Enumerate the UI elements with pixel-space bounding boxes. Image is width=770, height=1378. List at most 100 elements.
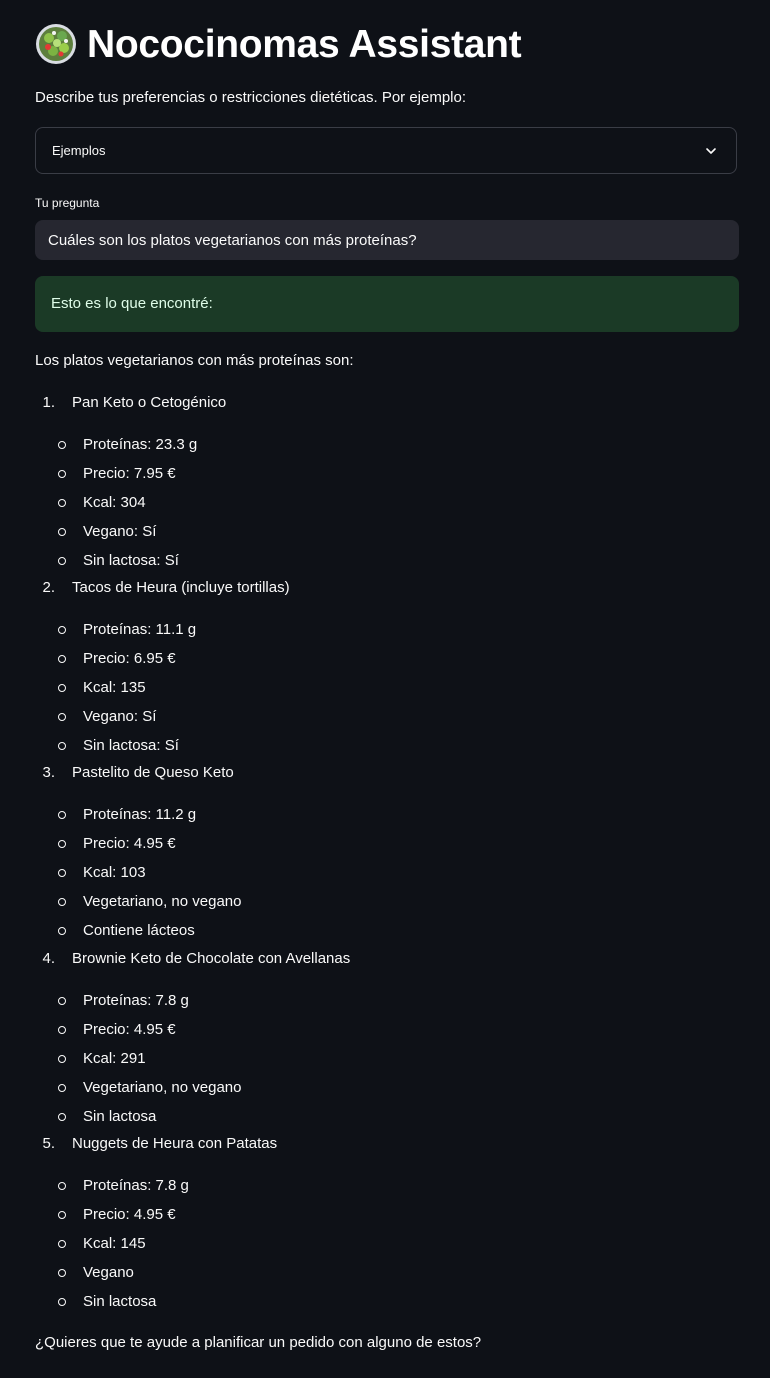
dish-title: 4. Brownie Keto de Chocolate con Avellana… bbox=[35, 944, 739, 972]
bullet-icon bbox=[58, 556, 66, 565]
bullet-icon bbox=[58, 1054, 66, 1063]
dish-detail-text: Vegano bbox=[83, 1264, 134, 1281]
page-header: Nococinomas Assistant bbox=[35, 0, 739, 88]
examples-select[interactable]: Ejemplos bbox=[35, 127, 737, 174]
dish-detail-item: Sin lactosa: Sí bbox=[35, 546, 739, 575]
dish-detail-item: Precio: 6.95 € bbox=[35, 644, 739, 673]
bullet-icon bbox=[58, 469, 66, 478]
bullet-icon bbox=[58, 810, 66, 819]
success-alert: Esto es lo que encontré: bbox=[35, 276, 739, 332]
dish-detail-item: Precio: 4.95 € bbox=[35, 1015, 739, 1044]
dish-detail-item: Contiene lácteos bbox=[35, 916, 739, 945]
dish-detail-text: Proteínas: 23.3 g bbox=[83, 436, 198, 453]
dish-name: Brownie Keto de Chocolate con Avellanas bbox=[72, 949, 351, 967]
dish-detail-item: Sin lactosa bbox=[35, 1287, 739, 1316]
bullet-icon bbox=[58, 654, 66, 663]
bullet-icon bbox=[58, 868, 66, 877]
bullet-icon bbox=[58, 839, 66, 848]
dish-detail-item: Precio: 4.95 € bbox=[35, 829, 739, 858]
dish-detail-text: Precio: 7.95 € bbox=[83, 465, 176, 482]
dish-detail-item: Vegano: Sí bbox=[35, 702, 739, 731]
dish-details-list: Proteínas: 11.1 g Precio: 6.95 € Kcal: 135… bbox=[35, 615, 739, 760]
dish-detail-item: Proteínas: 11.2 g bbox=[35, 800, 739, 829]
dish-title: 3. Pastelito de Queso Keto bbox=[35, 758, 739, 786]
dish-detail-text: Proteínas: 7.8 g bbox=[83, 992, 189, 1009]
dish-detail-item: Kcal: 145 bbox=[35, 1229, 739, 1258]
dish-details-list: Proteínas: 23.3 g Precio: 7.95 € Kcal: 304… bbox=[35, 430, 739, 575]
bullet-icon bbox=[58, 683, 66, 692]
bullet-icon bbox=[58, 1239, 66, 1248]
dish-title: 1. Pan Keto o Cetogénico bbox=[35, 388, 739, 416]
dish-detail-item: Sin lactosa bbox=[35, 1102, 739, 1131]
dish-title: 2. Tacos de Heura (incluye tortillas) bbox=[35, 573, 739, 601]
bullet-icon bbox=[58, 1112, 66, 1121]
question-input[interactable] bbox=[35, 220, 739, 260]
dish-detail-text: Sin lactosa: Sí bbox=[83, 737, 179, 754]
dish-number: 2. bbox=[42, 578, 55, 596]
dish-detail-item: Kcal: 291 bbox=[35, 1044, 739, 1073]
bullet-icon bbox=[58, 897, 66, 906]
dish-detail-text: Vegetariano, no vegano bbox=[83, 893, 242, 910]
dish-detail-item: Vegano bbox=[35, 1258, 739, 1287]
dish-detail-text: Kcal: 135 bbox=[83, 679, 146, 696]
dish-item: 5. Nuggets de Heura con Patatas Proteínas:… bbox=[35, 1129, 739, 1316]
dish-detail-item: Sin lactosa: Sí bbox=[35, 731, 739, 760]
instructions-text: Describe tus preferencias o restriccione… bbox=[35, 89, 467, 106]
bullet-icon bbox=[58, 1083, 66, 1092]
dish-item: 1. Pan Keto o Cetogénico Proteínas: 23.3 g… bbox=[35, 388, 739, 575]
bullet-icon bbox=[58, 1297, 66, 1306]
page-title: Nococinomas Assistant bbox=[87, 22, 522, 66]
dish-item: 3. Pastelito de Queso Keto Proteínas: 11.2… bbox=[35, 758, 739, 945]
dish-detail-item: Kcal: 103 bbox=[35, 858, 739, 887]
dish-number: 1. bbox=[42, 393, 55, 411]
dish-details-list: Proteínas: 7.8 g Precio: 4.95 € Kcal: 145 V… bbox=[35, 1171, 739, 1316]
dish-detail-item: Proteínas: 23.3 g bbox=[35, 430, 739, 459]
bullet-icon bbox=[58, 996, 66, 1005]
dish-detail-item: Vegetariano, no vegano bbox=[35, 1073, 739, 1102]
bullet-icon bbox=[58, 1210, 66, 1219]
dish-name: Nuggets de Heura con Patatas bbox=[72, 1134, 278, 1152]
dish-detail-item: Kcal: 135 bbox=[35, 673, 739, 702]
dish-title: 5. Nuggets de Heura con Patatas bbox=[35, 1129, 739, 1157]
dish-detail-text: Sin lactosa: Sí bbox=[83, 552, 179, 569]
dish-details-list: Proteínas: 7.8 g Precio: 4.95 € Kcal: 291 V… bbox=[35, 986, 739, 1131]
dish-detail-text: Sin lactosa bbox=[83, 1108, 157, 1125]
examples-select-value: Ejemplos bbox=[52, 143, 106, 158]
dish-detail-text: Precio: 4.95 € bbox=[83, 1021, 176, 1038]
dish-number: 4. bbox=[42, 949, 55, 967]
dish-detail-text: Vegano: Sí bbox=[83, 708, 157, 725]
bullet-icon bbox=[58, 625, 66, 634]
main-content: Nococinomas Assistant Describe tus prefe… bbox=[35, 0, 739, 1351]
bullet-icon bbox=[58, 527, 66, 536]
dish-detail-text: Precio: 4.95 € bbox=[83, 1206, 176, 1223]
dish-details-list: Proteínas: 11.2 g Precio: 4.95 € Kcal: 103… bbox=[35, 800, 739, 945]
dish-detail-text: Kcal: 145 bbox=[83, 1235, 146, 1252]
dish-detail-item: Vegano: Sí bbox=[35, 517, 739, 546]
salad-bowl-icon bbox=[36, 24, 76, 64]
dish-detail-item: Proteínas: 7.8 g bbox=[35, 986, 739, 1015]
dish-name: Pastelito de Queso Keto bbox=[72, 763, 234, 781]
dish-detail-item: Proteínas: 7.8 g bbox=[35, 1171, 739, 1200]
bullet-icon bbox=[58, 1181, 66, 1190]
dish-detail-text: Proteínas: 11.2 g bbox=[83, 806, 197, 823]
dish-detail-item: Precio: 7.95 € bbox=[35, 459, 739, 488]
dish-detail-text: Proteínas: 7.8 g bbox=[83, 1177, 189, 1194]
dish-name: Pan Keto o Cetogénico bbox=[72, 393, 227, 411]
dish-item: 2. Tacos de Heura (incluye tortillas) Prot… bbox=[35, 573, 739, 760]
dish-number: 5. bbox=[42, 1134, 55, 1152]
bullet-icon bbox=[58, 741, 66, 750]
dish-detail-text: Proteínas: 11.1 g bbox=[83, 621, 197, 638]
answer-outro: ¿Quieres que te ayude a planificar un pe… bbox=[35, 1334, 482, 1351]
bullet-icon bbox=[58, 712, 66, 721]
chevron-down-icon bbox=[706, 148, 716, 154]
bullet-icon bbox=[58, 1025, 66, 1034]
dish-detail-text: Kcal: 103 bbox=[83, 864, 146, 881]
dish-detail-text: Contiene lácteos bbox=[83, 922, 195, 939]
question-label: Tu pregunta bbox=[35, 196, 100, 210]
bullet-icon bbox=[58, 498, 66, 507]
dish-detail-item: Vegetariano, no vegano bbox=[35, 887, 739, 916]
dish-number: 3. bbox=[42, 763, 55, 781]
bullet-icon bbox=[58, 926, 66, 935]
dish-name: Tacos de Heura (incluye tortillas) bbox=[72, 578, 290, 596]
dish-detail-text: Kcal: 291 bbox=[83, 1050, 146, 1067]
